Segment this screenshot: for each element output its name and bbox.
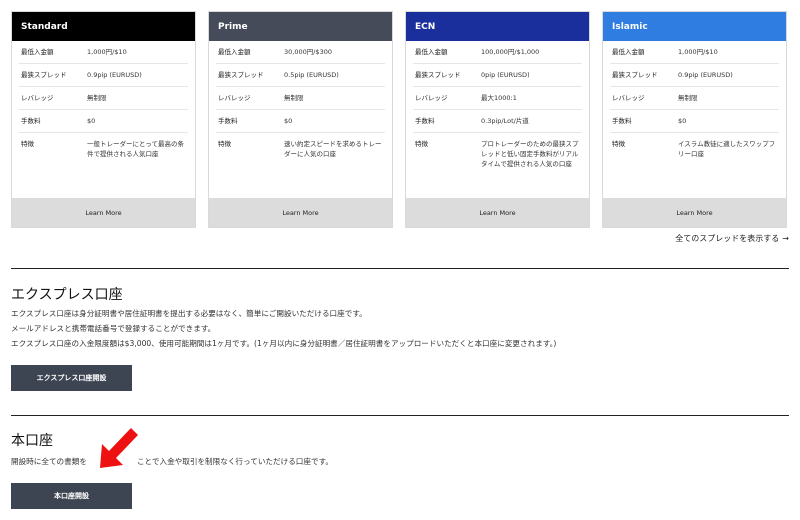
row-label: 最低入金額 bbox=[415, 48, 448, 56]
row-value: 1,000円/$10 bbox=[678, 48, 718, 56]
card-standard: Standard 最低入金額 1,000円/$10 最狭スプレッド 0.9pip (… bbox=[11, 11, 196, 228]
card-header: Prime bbox=[209, 12, 392, 41]
row-label: 最狭スプレッド bbox=[415, 71, 461, 79]
section-divider bbox=[11, 415, 789, 416]
row-label: 手数料 bbox=[612, 117, 632, 125]
row-value: $0 bbox=[284, 117, 293, 125]
row-label: 特徴 bbox=[415, 140, 428, 148]
row-label: 特徴 bbox=[21, 140, 34, 148]
express-account-title: エクスプレス口座 bbox=[11, 287, 123, 303]
learn-more-button-standard[interactable]: Learn More bbox=[12, 198, 195, 227]
row-value: 0.3pip/Lot/片道 bbox=[481, 117, 529, 125]
row-label: 特徴 bbox=[218, 140, 231, 148]
red-arrow-icon bbox=[100, 428, 138, 468]
row-value: $0 bbox=[87, 117, 96, 125]
row-label: 手数料 bbox=[218, 117, 238, 125]
row-value: 一般トレーダーにとって最高の条件で提供される人気口座 bbox=[87, 140, 184, 158]
row-value: 30,000円/$300 bbox=[284, 48, 332, 56]
row-value: 無制限 bbox=[284, 94, 304, 102]
description-line: メールアドレスと携帯電話番号で登録することができます。 bbox=[11, 324, 216, 333]
row-value: 0.5pip (EURUSD) bbox=[284, 71, 339, 79]
row-value: イスラム教徒に適したスワップフリー口座 bbox=[678, 140, 776, 158]
express-account-description: エクスプレス口座は身分証明書や居住証明書を提出する必要はなく、簡単にご開設いただ… bbox=[11, 306, 556, 351]
row-label: レバレッジ bbox=[612, 94, 645, 102]
real-account-description: 開設時に全ての書類を ことで入金や取引を制限なく行っていただける口座です。 bbox=[11, 454, 333, 469]
row-label: 手数料 bbox=[415, 117, 435, 125]
row-label: 最低入金額 bbox=[21, 48, 54, 56]
account-cards: Standard 最低入金額 1,000円/$10 最狭スプレッド 0.9pip (… bbox=[11, 11, 791, 228]
card-ecn: ECN 最低入金額 100,000円/$1,000 最狭スプレッド 0pip (EU… bbox=[405, 11, 590, 228]
description-line: エクスプレス口座の入金限度額は$3,000、使用可能期間は1ヶ月です。(1ヶ月以… bbox=[11, 339, 557, 348]
row-value: 0pip (EURUSD) bbox=[481, 71, 530, 79]
row-label: 手数料 bbox=[21, 117, 41, 125]
row-label: 最狭スプレッド bbox=[21, 71, 67, 79]
row-label: 特徴 bbox=[612, 140, 625, 148]
row-value: 無制限 bbox=[678, 94, 698, 102]
open-express-account-button[interactable]: エクスプレス口座開設 bbox=[11, 365, 132, 391]
learn-more-button-islamic[interactable]: Learn More bbox=[603, 198, 786, 227]
row-label: 最低入金額 bbox=[612, 48, 645, 56]
card-header: ECN bbox=[406, 12, 589, 41]
all-spreads-link-label: 全てのスプレッドを表示する bbox=[675, 234, 780, 243]
row-label: 最低入金額 bbox=[218, 48, 251, 56]
row-value: プロトレーダーのための最狭スプレッドと低い固定手数料がリアルタイムで提供される人… bbox=[481, 140, 579, 168]
row-label: 最狭スプレッド bbox=[218, 71, 264, 79]
row-value: 0.9pip (EURUSD) bbox=[678, 71, 733, 79]
description-after: ことで入金や取引を制限なく行っていただける口座です。 bbox=[136, 457, 334, 466]
row-value: 無制限 bbox=[87, 94, 107, 102]
open-real-account-button[interactable]: 本口座開設 bbox=[11, 483, 132, 509]
learn-more-button-prime[interactable]: Learn More bbox=[209, 198, 392, 227]
description-line: エクスプレス口座は身分証明書や居住証明書を提出する必要はなく、簡単にご開設いただ… bbox=[11, 309, 367, 318]
row-value: 最大1000:1 bbox=[481, 94, 517, 102]
arrow-right-icon: → bbox=[782, 234, 789, 243]
row-value: 0.9pip (EURUSD) bbox=[87, 71, 142, 79]
real-account-title: 本口座 bbox=[11, 433, 53, 449]
row-value: 1,000円/$10 bbox=[87, 48, 127, 56]
description-before: 開設時に全ての書類を bbox=[11, 457, 87, 466]
card-islamic: Islamic 最低入金額 1,000円/$10 最狭スプレッド 0.9pip (E… bbox=[602, 11, 787, 228]
row-value: 速い約定スピードを求めるトレーダーに人気の口座 bbox=[284, 140, 382, 158]
row-value: $0 bbox=[678, 117, 687, 125]
row-label: レバレッジ bbox=[218, 94, 251, 102]
row-value: 100,000円/$1,000 bbox=[481, 48, 540, 56]
all-spreads-link[interactable]: 全てのスプレッドを表示する → bbox=[675, 233, 789, 244]
card-prime: Prime 最低入金額 30,000円/$300 最狭スプレッド 0.5pip (E… bbox=[208, 11, 393, 228]
card-header: Standard bbox=[12, 12, 195, 41]
card-header: Islamic bbox=[603, 12, 786, 41]
section-divider bbox=[11, 268, 789, 269]
row-label: レバレッジ bbox=[415, 94, 448, 102]
row-label: レバレッジ bbox=[21, 94, 54, 102]
learn-more-button-ecn[interactable]: Learn More bbox=[406, 198, 589, 227]
row-label: 最狭スプレッド bbox=[612, 71, 658, 79]
